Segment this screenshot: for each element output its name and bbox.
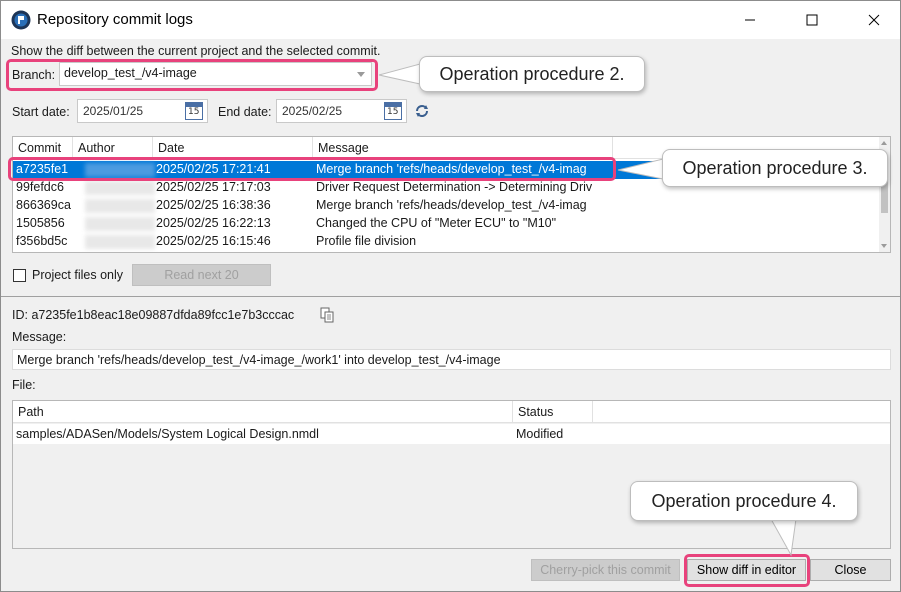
callout-step-4: Operation procedure 4. xyxy=(630,481,858,521)
callout-step-3: Operation procedure 3. xyxy=(662,149,888,187)
callout-step-2: Operation procedure 2. xyxy=(419,56,645,92)
repository-commit-logs-window: Repository commit logs Show the diff bet… xyxy=(0,0,901,592)
